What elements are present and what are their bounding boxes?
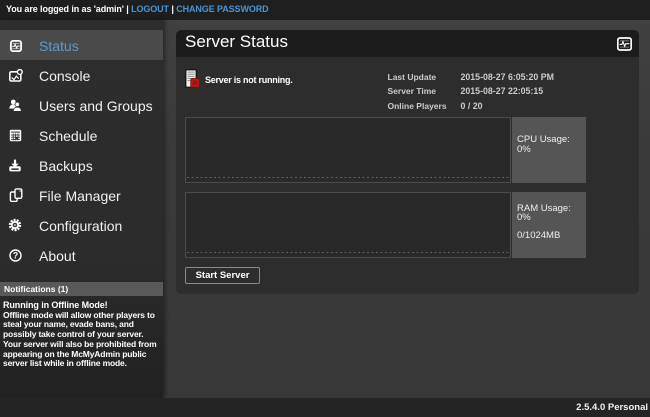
svg-text:?: ? (13, 250, 18, 260)
